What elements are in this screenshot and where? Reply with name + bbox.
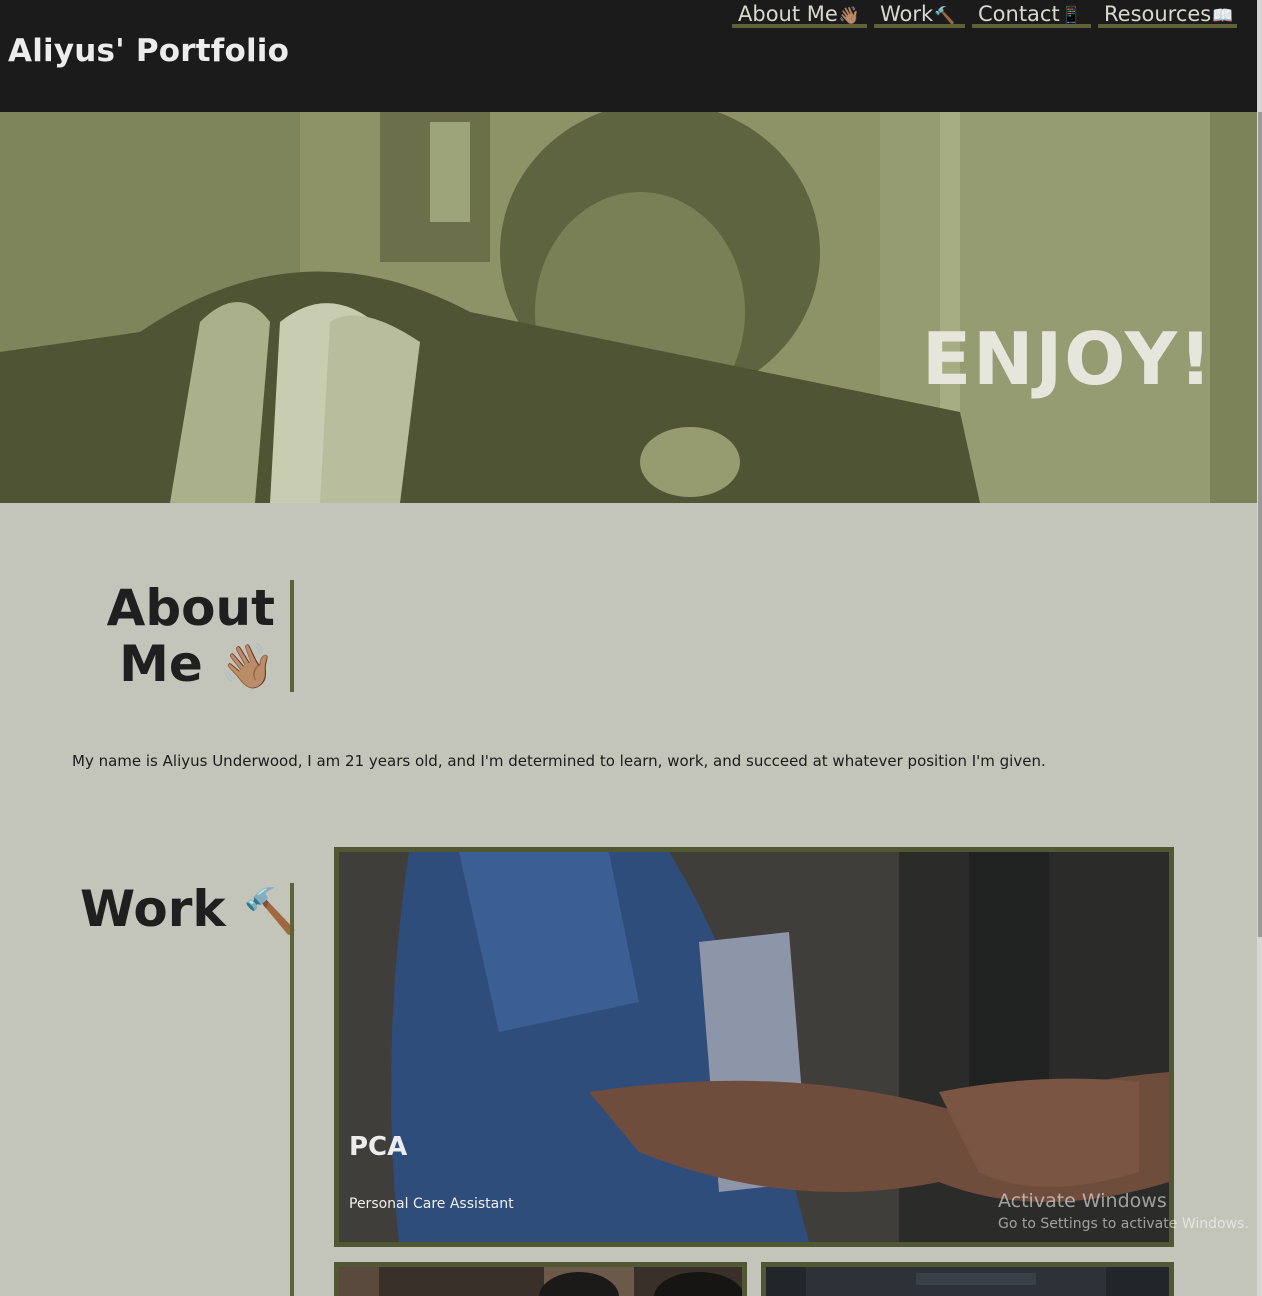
book-icon: 📖: [1212, 6, 1234, 26]
nav-about-me[interactable]: About Me👋🏽: [732, 0, 867, 28]
nav-contact-label: Contact: [978, 2, 1060, 26]
work-card-subtitle: Personal Care Assistant: [349, 1196, 514, 1212]
site-header: Aliyus' Portfolio About Me👋🏽 Work🔨 Conta…: [0, 0, 1257, 112]
nav-work-label: Work: [880, 2, 934, 26]
waving-hand-icon: 👋🏽: [220, 641, 275, 692]
hammer-icon: 🔨: [934, 6, 956, 26]
page-scrollbar-thumb[interactable]: [1258, 112, 1262, 937]
work-card-pca[interactable]: PCA Personal Care Assistant: [334, 847, 1174, 1247]
work-heading-label: Work: [80, 880, 226, 938]
work-card-title: PCA: [349, 1132, 408, 1162]
nav-resources-label: Resources: [1104, 2, 1212, 26]
work-card-2[interactable]: [334, 1262, 747, 1296]
about-heading: About Me 👋🏽: [100, 580, 275, 695]
nav-contact[interactable]: Contact📱: [972, 0, 1091, 28]
phone-icon: 📱: [1060, 6, 1082, 26]
waving-hand-icon: 👋🏽: [838, 6, 860, 26]
watermark-title: Activate Windows: [998, 1190, 1167, 1212]
work-divider: [290, 883, 294, 1296]
work-card-photo: [339, 852, 1169, 1242]
work-heading: Work 🔨: [80, 880, 298, 938]
about-divider: [290, 580, 294, 692]
hero-title: ENJOY!: [922, 317, 1214, 401]
about-heading-line2: Me: [119, 635, 203, 693]
nav-work[interactable]: Work🔨: [874, 0, 965, 28]
activate-windows-watermark: Activate Windows Go to Settings to activ…: [998, 1189, 1249, 1235]
about-text: My name is Aliyus Underwood, I am 21 yea…: [72, 752, 1046, 770]
site-brand[interactable]: Aliyus' Portfolio: [8, 33, 289, 69]
nav-about-me-label: About Me: [738, 2, 838, 26]
work-card-2-photo: [339, 1267, 742, 1296]
watermark-subtitle: Go to Settings to activate Windows.: [998, 1216, 1249, 1232]
work-card-3[interactable]: [761, 1262, 1174, 1296]
hero-banner: ENJOY!: [0, 112, 1257, 503]
about-heading-line1: About: [106, 579, 275, 637]
nav-resources[interactable]: Resources📖: [1098, 0, 1237, 28]
hero-photo: [0, 112, 1257, 503]
work-card-3-photo: [766, 1267, 1169, 1296]
